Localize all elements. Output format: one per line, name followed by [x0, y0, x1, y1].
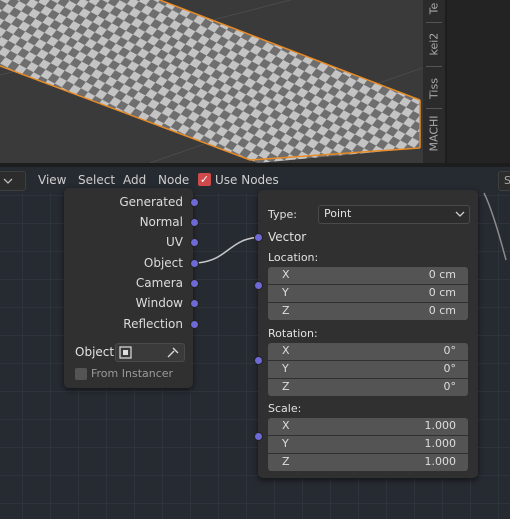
socket-scale-input[interactable]	[254, 432, 263, 441]
socket-uv[interactable]	[190, 238, 199, 247]
socket-vector-input[interactable]	[254, 233, 263, 242]
socket-normal[interactable]	[190, 218, 199, 227]
socket-window[interactable]	[190, 299, 199, 308]
scale-y-field[interactable]: Y 1.000	[268, 436, 468, 453]
socket-reflection[interactable]	[190, 320, 199, 329]
location-z-field[interactable]: Z0 cm	[268, 303, 468, 320]
rotation-y-field[interactable]: Y 0°	[268, 361, 468, 378]
output-reflection-label: Reflection	[123, 317, 183, 331]
type-label: Type:	[268, 208, 297, 221]
output-generated-label: Generated	[119, 195, 183, 209]
type-dropdown[interactable]: Point	[318, 205, 470, 224]
socket-location-input[interactable]	[254, 281, 263, 290]
object-field-label: Object:	[75, 345, 119, 359]
rotation-x-field[interactable]: X 0°	[268, 343, 468, 360]
socket-object[interactable]	[190, 259, 199, 268]
texture-coordinate-node[interactable]: Generated Normal UV Object Camera Window…	[64, 188, 193, 388]
output-uv-label: UV	[166, 235, 183, 249]
link-offscreen	[483, 192, 507, 261]
chevron-down-icon	[455, 211, 465, 217]
rotation-label: Rotation:	[268, 327, 318, 340]
output-camera-label: Camera	[135, 276, 183, 290]
socket-generated[interactable]	[190, 198, 199, 207]
scale-z-field[interactable]: Z 1.000	[268, 454, 468, 471]
location-x-field[interactable]: X0 cm	[268, 267, 468, 284]
eyedropper-icon	[167, 347, 179, 358]
from-instancer-checkbox[interactable]	[75, 368, 87, 380]
location-label: Location:	[268, 251, 319, 264]
location-y-field[interactable]: Y0 cm	[268, 285, 468, 302]
object-picker-field[interactable]	[115, 343, 185, 362]
vector-input-label: Vector	[268, 230, 307, 244]
output-normal-label: Normal	[139, 215, 183, 229]
rotation-z-field[interactable]: Z 0°	[268, 379, 468, 396]
scale-x-field[interactable]: X 1.000	[268, 418, 468, 435]
socket-rotation-input[interactable]	[254, 356, 263, 365]
scale-label: Scale:	[268, 402, 302, 415]
output-object-label: Object	[143, 256, 183, 270]
output-window-label: Window	[135, 296, 183, 310]
link-object-to-vector	[196, 236, 263, 264]
socket-camera[interactable]	[190, 279, 199, 288]
from-instancer-label: From Instancer	[91, 367, 174, 380]
type-value: Point	[324, 207, 352, 220]
mapping-node[interactable]: Type: Point Vector Location: X0 cm Y0 cm…	[258, 190, 478, 478]
